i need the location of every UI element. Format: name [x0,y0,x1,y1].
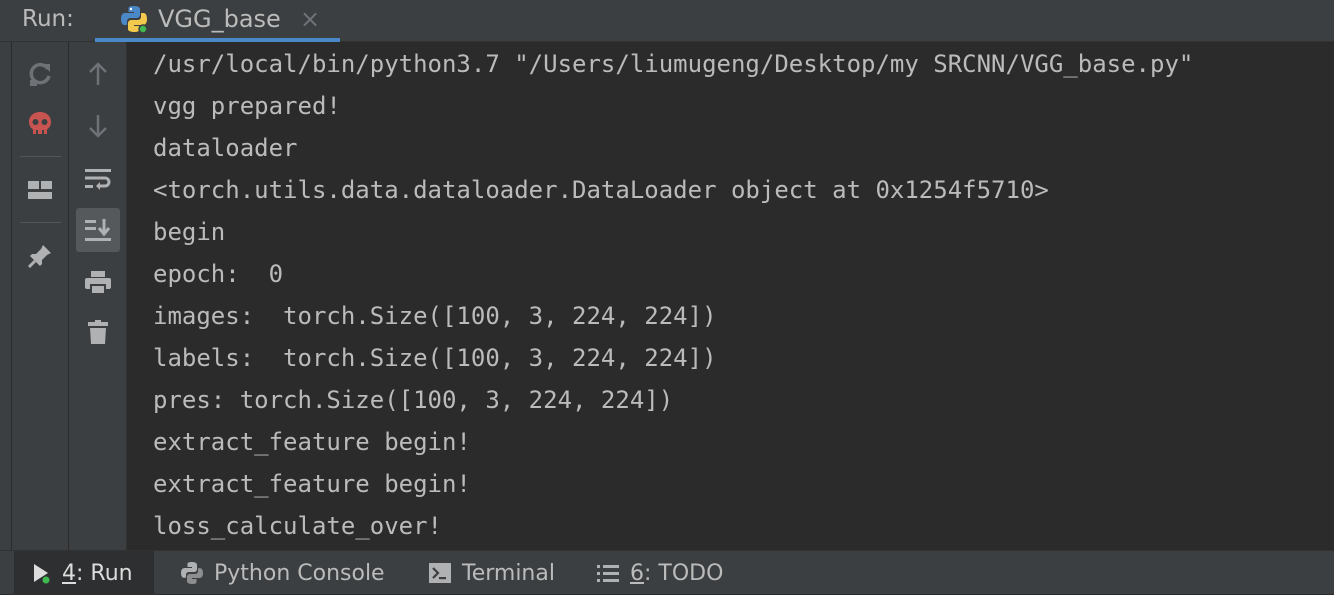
tab-run-mnemonic: 4 [62,560,76,586]
restore-layout-button[interactable] [18,168,62,212]
tab-python-console-label: Python Console [214,560,385,586]
rerun-button[interactable] [18,52,62,96]
print-button[interactable] [76,260,120,304]
python-console-icon [180,561,204,585]
console-line: pres: torch.Size([100, 3, 224, 224]) [153,386,674,414]
arrow-down-icon [89,115,107,138]
console-output[interactable]: /usr/local/bin/python3.7 "/Users/liumuge… [127,42,1334,550]
run-tool-window-header: Run: VGG_base × [0,0,1334,42]
scroll-to-end-button[interactable] [76,208,120,252]
bottom-tool-window-bar: 4: Run Python Console Terminal 6: TODO [0,550,1334,595]
console-line: extract_feature begin! [153,470,471,498]
console-line: dataloader [153,134,298,162]
pin-tab-button[interactable] [18,234,62,278]
stop-button[interactable] [18,102,62,146]
run-label: Run: [22,6,74,32]
toolbar-separator [20,156,61,157]
run-toolbar-primary [12,42,69,550]
tab-python-console[interactable]: Python Console [180,551,385,595]
scroll-to-end-icon [85,219,111,241]
tab-todo-label: : TODO [644,560,724,586]
toolbar-separator [20,222,61,223]
next-occurrence-button[interactable] [76,104,120,148]
run-toolbar-secondary [69,42,127,550]
tab-run-label: : Run [76,560,133,586]
console-line: labels: torch.Size([100, 3, 224, 224]) [153,344,717,372]
clear-all-button[interactable] [76,310,120,354]
printer-icon [85,271,111,295]
previous-occurrence-button[interactable] [76,52,120,96]
terminal-icon [428,562,452,584]
arrow-up-icon [89,62,107,85]
close-icon[interactable]: × [300,5,320,33]
trash-icon [88,320,108,344]
console-line: <torch.utils.data.dataloader.DataLoader … [153,176,1049,204]
tab-terminal[interactable]: Terminal [428,551,555,595]
soft-wrap-button[interactable] [76,156,120,200]
tab-run[interactable]: 4: Run [14,551,154,595]
todo-list-icon [596,563,620,583]
tab-terminal-label: Terminal [462,560,555,586]
console-line: begin [153,218,226,246]
console-line: loss_calculate_over! [153,512,442,540]
run-tab-vgg-base[interactable]: VGG_base × [95,0,340,42]
left-edge-strip [0,0,12,594]
tab-todo[interactable]: 6: TODO [596,551,723,595]
python-icon [119,4,149,34]
run-play-icon [32,562,52,584]
skull-stop-icon [29,112,51,134]
console-line: extract_feature begin! [153,428,471,456]
console-line: images: torch.Size([100, 3, 224, 224]) [153,302,717,330]
console-line: vgg prepared! [153,92,341,120]
soft-wrap-icon [85,169,111,190]
tab-label: VGG_base [158,5,281,33]
console-line: epoch: 0 [153,260,284,288]
tab-todo-mnemonic: 6 [630,560,644,586]
console-line: /usr/local/bin/python3.7 "/Users/liumuge… [153,50,1194,78]
layout-icon [28,181,52,199]
rerun-icon [29,62,51,86]
pin-icon [27,245,51,269]
